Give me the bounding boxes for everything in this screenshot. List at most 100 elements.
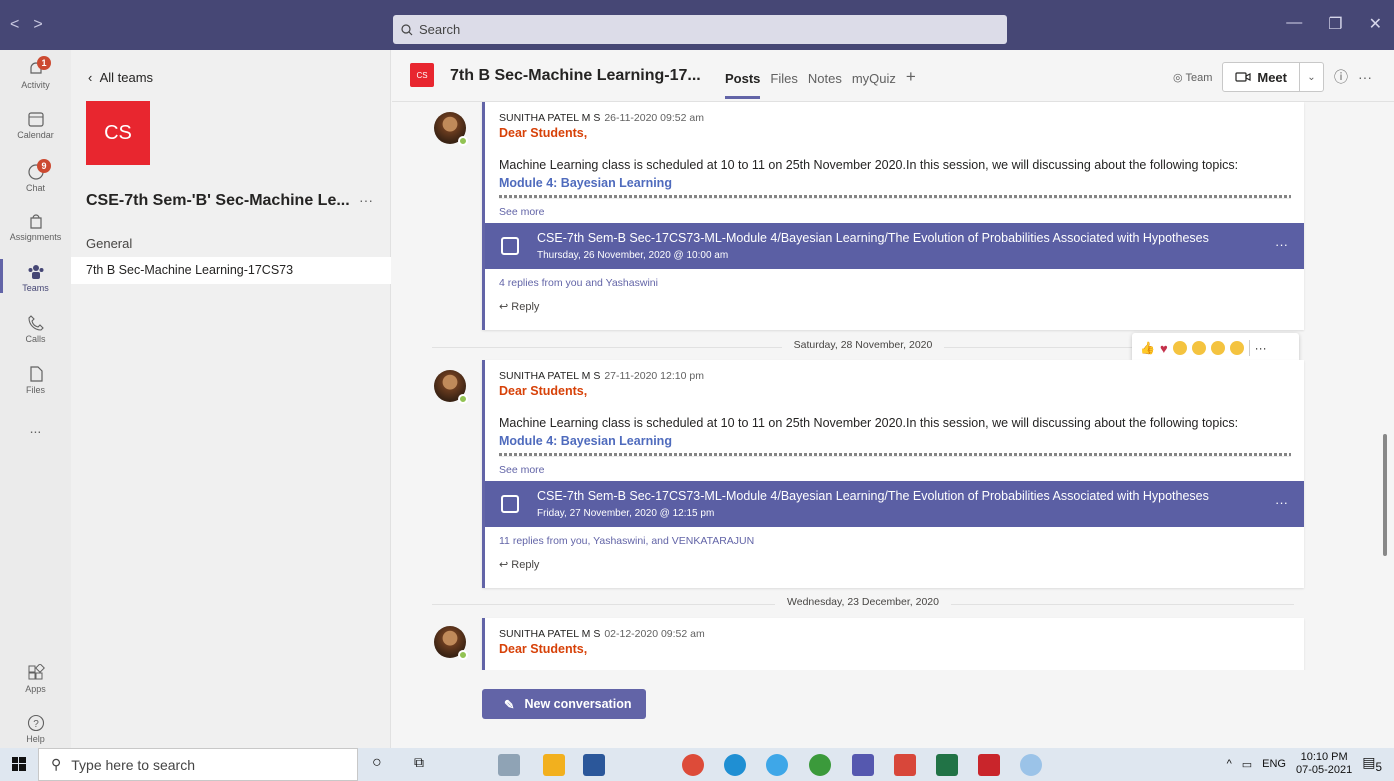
info-icon[interactable]: ⓘ — [1334, 67, 1348, 87]
file-explorer-icon[interactable] — [543, 754, 565, 776]
maximize-button[interactable]: ❐ — [1328, 14, 1342, 34]
add-tab-button[interactable]: + — [906, 67, 916, 99]
post-meta: SUNITHA PATEL M S 27-11-2020 12:10 pm — [499, 370, 704, 382]
acrobat-icon[interactable] — [978, 754, 1000, 776]
more-options-icon[interactable]: ··· — [1358, 69, 1372, 85]
clock[interactable]: 10:10 PM 07-05-2021 — [1296, 751, 1352, 777]
chevron-down-icon[interactable]: ⌄ — [1299, 63, 1323, 91]
word-icon[interactable] — [583, 754, 605, 776]
chrome-icon[interactable] — [682, 754, 704, 776]
cortana-icon[interactable]: ○ — [372, 754, 394, 776]
network-icon[interactable]: ▭ — [1242, 758, 1252, 771]
taskbar-search[interactable]: ⚲ Type here to search — [38, 748, 358, 781]
team-button[interactable]: ◎ Team — [1173, 71, 1212, 84]
rail-chat[interactable]: 9 Chat — [0, 159, 71, 193]
rail-more[interactable]: ... — [0, 420, 71, 436]
meeting-card[interactable]: CSE-7th Sem-B Sec-17CS73-ML-Module 4/Bay… — [485, 223, 1304, 269]
post: SUNITHA PATEL M S 27-11-2020 12:10 pm Dea… — [482, 360, 1304, 588]
reply-button[interactable]: ↩ Reply — [499, 300, 539, 313]
close-button[interactable]: ✕ — [1369, 14, 1382, 34]
search-input[interactable]: Search — [393, 15, 1007, 44]
all-teams-label: All teams — [99, 70, 154, 85]
all-teams-link[interactable]: ‹ All teams — [88, 70, 153, 85]
see-more-link[interactable]: See more — [499, 206, 545, 218]
channel-tabs: Posts Files Notes myQuiz + — [725, 67, 916, 99]
new-conversation-button[interactable]: ✎ New conversation — [482, 689, 646, 719]
calendar-icon — [501, 495, 519, 513]
clock-date: 07-05-2021 — [1296, 764, 1353, 776]
avatar — [434, 112, 468, 146]
paint-icon[interactable] — [1020, 754, 1042, 776]
language-indicator[interactable]: ENG — [1262, 758, 1286, 770]
rail-apps[interactable]: Apps — [0, 664, 71, 694]
chat-badge: 9 — [37, 159, 51, 173]
feed-scrollbar[interactable] — [1383, 434, 1387, 556]
search-icon — [401, 23, 413, 35]
surprised-reaction-icon[interactable] — [1191, 341, 1206, 355]
channel-general[interactable]: General — [86, 236, 132, 251]
back-arrow-icon[interactable]: < — [10, 16, 19, 34]
help-icon: ? — [27, 714, 44, 732]
replies-link[interactable]: 11 replies from you, Yashaswini, and VEN… — [499, 535, 754, 547]
ie-icon[interactable] — [766, 754, 788, 776]
replies-link[interactable]: 4 replies from you and Yashaswini — [499, 277, 658, 289]
more-reactions-icon[interactable]: ··· — [1255, 341, 1267, 355]
rail-calls[interactable]: Calls — [0, 314, 71, 344]
windows-start-icon[interactable] — [12, 757, 26, 771]
see-more-link[interactable]: See more — [499, 464, 545, 476]
svg-text:?: ? — [33, 719, 39, 730]
like-reaction-icon[interactable]: 👍 — [1140, 341, 1155, 355]
history-nav: < > — [10, 16, 43, 34]
teams-taskbar-icon[interactable] — [852, 754, 874, 776]
team-name: CSE-7th Sem-'B' Sec-Machine Le... — [86, 192, 350, 209]
minimize-button[interactable]: — — [1286, 14, 1302, 34]
window-controls: — ❐ ✕ — [1286, 14, 1382, 34]
meeting-card[interactable]: CSE-7th Sem-B Sec-17CS73-ML-Module 4/Bay… — [485, 481, 1304, 527]
sad-reaction-icon[interactable] — [1210, 341, 1225, 355]
tab-myquiz[interactable]: myQuiz — [852, 71, 896, 99]
reaction-bar: 👍 ♥ ··· — [1132, 333, 1299, 363]
meet-button[interactable]: Meet ⌄ — [1222, 62, 1324, 92]
calendar-icon — [27, 112, 44, 127]
rail-teams[interactable]: Teams — [0, 259, 71, 293]
angry-reaction-icon[interactable] — [1229, 341, 1244, 355]
rail-assignments[interactable]: Assignments — [0, 212, 71, 242]
post-author: SUNITHA PATEL M S — [499, 370, 601, 382]
laugh-reaction-icon[interactable] — [1172, 341, 1187, 355]
rail-help[interactable]: ? Help — [0, 714, 71, 744]
teams-icon — [28, 265, 43, 279]
app-icon[interactable] — [894, 754, 916, 776]
rail-files[interactable]: Files — [0, 365, 71, 395]
meet-now[interactable]: Meet — [1223, 63, 1299, 91]
chevron-up-icon[interactable]: ^ — [1227, 758, 1232, 770]
header-actions: ◎ Team Meet ⌄ ⓘ ··· — [1173, 62, 1372, 92]
whatsapp-icon[interactable] — [809, 754, 831, 776]
avatar — [434, 370, 468, 404]
post-greeting: Dear Students, — [499, 642, 588, 656]
more-icon: ... — [29, 420, 42, 436]
reply-button[interactable]: ↩ Reply — [499, 558, 539, 571]
tab-posts[interactable]: Posts — [725, 71, 761, 99]
title-bar: < > Search — ❐ ✕ — [0, 0, 1394, 50]
app-icon[interactable] — [498, 754, 520, 776]
team-panel: ‹ All teams CS CSE-7th Sem-'B' Sec-Machi… — [71, 50, 391, 748]
channel-ml[interactable]: 7th B Sec-Machine Learning-17CS73 — [71, 257, 391, 284]
tab-files[interactable]: Files — [770, 71, 797, 99]
notification-icon[interactable]: ▤5 — [1362, 754, 1382, 774]
eye-icon: ◎ — [1173, 71, 1186, 84]
post-meta: SUNITHA PATEL M S 26-11-2020 09:52 am — [499, 112, 704, 124]
task-view-icon[interactable]: ⧉ — [414, 754, 436, 776]
meeting-more-icon[interactable]: ··· — [1275, 237, 1288, 252]
forward-arrow-icon[interactable]: > — [33, 16, 42, 34]
excel-icon[interactable] — [936, 754, 958, 776]
channel-avatar: CS — [410, 63, 434, 87]
meeting-more-icon[interactable]: ··· — [1275, 495, 1288, 510]
team-more-button[interactable]: ··· — [359, 192, 373, 208]
tab-notes[interactable]: Notes — [808, 71, 842, 99]
heart-reaction-icon[interactable]: ♥ — [1160, 341, 1168, 356]
edge-icon[interactable] — [724, 754, 746, 776]
rail-activity[interactable]: 1 Activity — [0, 56, 71, 90]
truncated-text — [499, 195, 1291, 199]
truncated-text — [499, 453, 1291, 457]
rail-calendar[interactable]: Calendar — [0, 110, 71, 140]
